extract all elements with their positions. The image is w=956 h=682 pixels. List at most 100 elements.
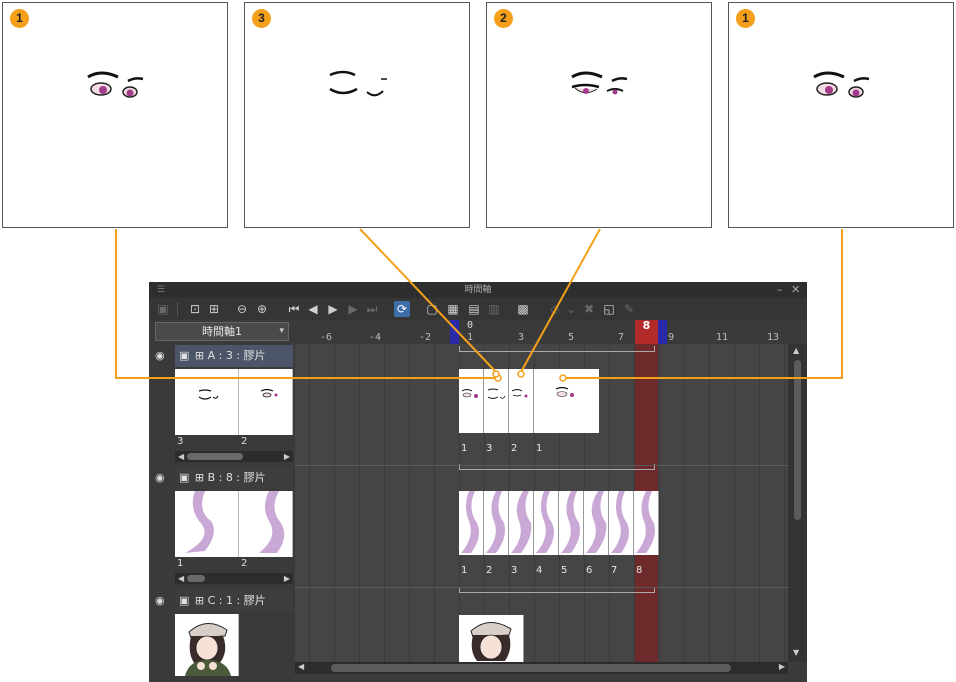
track-separator <box>295 587 788 588</box>
assign-cel-icon[interactable]: ▤ <box>466 301 482 317</box>
expand-icon[interactable]: ⊞ <box>195 471 204 484</box>
first-frame-icon[interactable]: ⏮ <box>286 301 302 317</box>
last-frame-icon[interactable]: ⏭ <box>364 301 380 317</box>
cel-smoke-6[interactable] <box>584 491 609 555</box>
track-a-scrollbar[interactable]: ◀ ▶ <box>175 451 293 462</box>
ruler-label: 7 <box>618 332 625 343</box>
eyes-half-drawing <box>511 389 528 398</box>
scroll-up-icon[interactable]: ▲ <box>793 346 799 355</box>
cel-1[interactable] <box>459 369 484 433</box>
folder-icon: ▣ <box>179 349 190 362</box>
new-animation-folder-icon[interactable]: ▦ <box>445 301 461 317</box>
track-b-label: B : 8 : 膠片 <box>207 471 266 484</box>
cel-number: 3 <box>486 443 493 454</box>
play-icon[interactable]: ▶ <box>325 301 341 317</box>
track-b-scrollbar[interactable]: ◀ ▶ <box>175 573 293 584</box>
thumb-number: 2 <box>241 558 248 569</box>
scroll-left-icon[interactable]: ◀ <box>298 662 304 671</box>
grid-line <box>409 344 410 662</box>
cel-smoke-7[interactable] <box>609 491 634 555</box>
scroll-right-icon[interactable]: ▶ <box>284 573 290 584</box>
new-cel-icon[interactable]: ▢ <box>424 301 440 317</box>
loop-icon[interactable]: ⟳ <box>394 301 410 317</box>
purple-smoke-drawing <box>185 491 214 553</box>
scroll-thumb[interactable] <box>794 360 801 520</box>
close-icon[interactable]: ✕ <box>791 282 800 298</box>
cel-smoke-2[interactable] <box>484 491 509 555</box>
grid-line <box>659 344 660 662</box>
scroll-thumb[interactable] <box>331 664 731 672</box>
scroll-thumb[interactable] <box>187 575 205 582</box>
purple-smoke-drawing <box>536 491 554 553</box>
expand-icon[interactable]: ⊞ <box>195 594 204 607</box>
next-frame-icon[interactable]: ▶ <box>345 301 361 317</box>
expand-icon[interactable]: ⊞ <box>195 349 204 362</box>
scroll-right-icon[interactable]: ▶ <box>779 662 785 671</box>
purple-smoke-drawing <box>586 491 607 553</box>
folder-icon: ▣ <box>179 471 190 484</box>
eyes-open-drawing <box>87 71 144 98</box>
purple-smoke-drawing <box>259 491 285 553</box>
track-a-thumbnails: 3 2 <box>175 369 293 464</box>
prev-frame-icon[interactable]: ◀ <box>305 301 321 317</box>
playhead-marker[interactable]: 8 <box>635 320 658 344</box>
zoom-in-icon[interactable]: ⊕ <box>254 301 270 317</box>
add-frame-icon[interactable]: ⊞ <box>206 301 222 317</box>
keyframe-icon[interactable]: ◇ <box>547 301 563 317</box>
scroll-right-icon[interactable]: ▶ <box>284 451 290 462</box>
cel-2[interactable] <box>509 369 534 433</box>
track-b-eye-column: ◉ <box>149 467 175 589</box>
zoom-out-icon[interactable]: ⊖ <box>234 301 250 317</box>
vertical-scrollbar[interactable]: ▲ ▼ <box>788 344 807 662</box>
scroll-left-icon[interactable]: ◀ <box>178 573 184 584</box>
thumbnail-cel-3[interactable] <box>175 369 239 435</box>
thumb-number: 3 <box>177 436 184 447</box>
thumb-number: 1 <box>177 558 184 569</box>
range-end-marker[interactable] <box>658 320 667 344</box>
scroll-down-icon[interactable]: ▼ <box>793 648 799 657</box>
purple-smoke-drawing <box>461 491 479 553</box>
cel-smoke-3[interactable] <box>509 491 534 555</box>
folder-icon: ▣ <box>179 594 190 607</box>
range-start-marker[interactable] <box>450 320 459 344</box>
pen-icon[interactable]: ✎ <box>621 301 637 317</box>
cel-character[interactable] <box>459 615 524 662</box>
cel-smoke-4[interactable] <box>534 491 559 555</box>
clear-cel-icon[interactable]: ▥ <box>486 301 502 317</box>
cel-smoke-1[interactable] <box>459 491 484 555</box>
cel-smoke-8[interactable] <box>634 491 659 555</box>
eye-icon[interactable]: ◉ <box>155 471 165 484</box>
track-b-header[interactable]: ▣ ⊞ B : 8 : 膠片 <box>175 467 293 489</box>
thumbnail-character[interactable] <box>175 614 239 676</box>
track-a-header[interactable]: ▣ ⊞ A : 3 : 膠片 <box>175 345 293 367</box>
timeline-window: ☰ 時間軸 – ✕ ▣ ⊡ ⊞ ⊖ ⊕ ⏮ ◀ ▶ ▶ ⏭ ⟳ ▢ ▦ ▤ ▥ … <box>149 282 807 682</box>
cel-3[interactable] <box>484 369 509 433</box>
chevron-down-icon[interactable]: ⌄ <box>563 301 579 317</box>
menu-icon[interactable]: ☰ <box>157 282 165 298</box>
new-timeline-icon[interactable]: ▣ <box>155 301 171 317</box>
cel-number: 7 <box>611 565 618 576</box>
chevron-down-icon: ▾ <box>279 326 284 336</box>
frame-preview-2: 2 <box>486 2 712 228</box>
frame-settings-icon[interactable]: ⊡ <box>187 301 203 317</box>
cel-1-hold[interactable] <box>534 369 599 433</box>
frame-badge: 3 <box>252 9 271 28</box>
minimize-icon[interactable]: – <box>777 282 783 298</box>
timeline-select[interactable]: 時間軸1 ▾ <box>155 322 289 341</box>
eye-icon[interactable]: ◉ <box>155 349 165 362</box>
horizontal-scrollbar[interactable]: ◀ ▶ <box>295 662 788 674</box>
light-table-icon[interactable]: ◱ <box>601 301 617 317</box>
scroll-left-icon[interactable]: ◀ <box>178 451 184 462</box>
ruler-label: 9 <box>668 332 675 343</box>
track-c-header[interactable]: ▣ ⊞ C : 1 : 膠片 <box>175 590 293 612</box>
cel-smoke-5[interactable] <box>559 491 584 555</box>
ruler-label: 1 <box>467 332 474 343</box>
eye-icon[interactable]: ◉ <box>155 594 165 607</box>
delete-icon[interactable]: ✖ <box>581 301 597 317</box>
scroll-thumb[interactable] <box>187 453 243 460</box>
thumbnail-cel-2[interactable] <box>239 491 293 557</box>
thumbnail-cel-2[interactable] <box>239 369 293 435</box>
ruler-label: 11 <box>716 332 729 343</box>
onion-skin-icon[interactable]: ▩ <box>515 301 531 317</box>
thumbnail-cel-1[interactable] <box>175 491 239 557</box>
